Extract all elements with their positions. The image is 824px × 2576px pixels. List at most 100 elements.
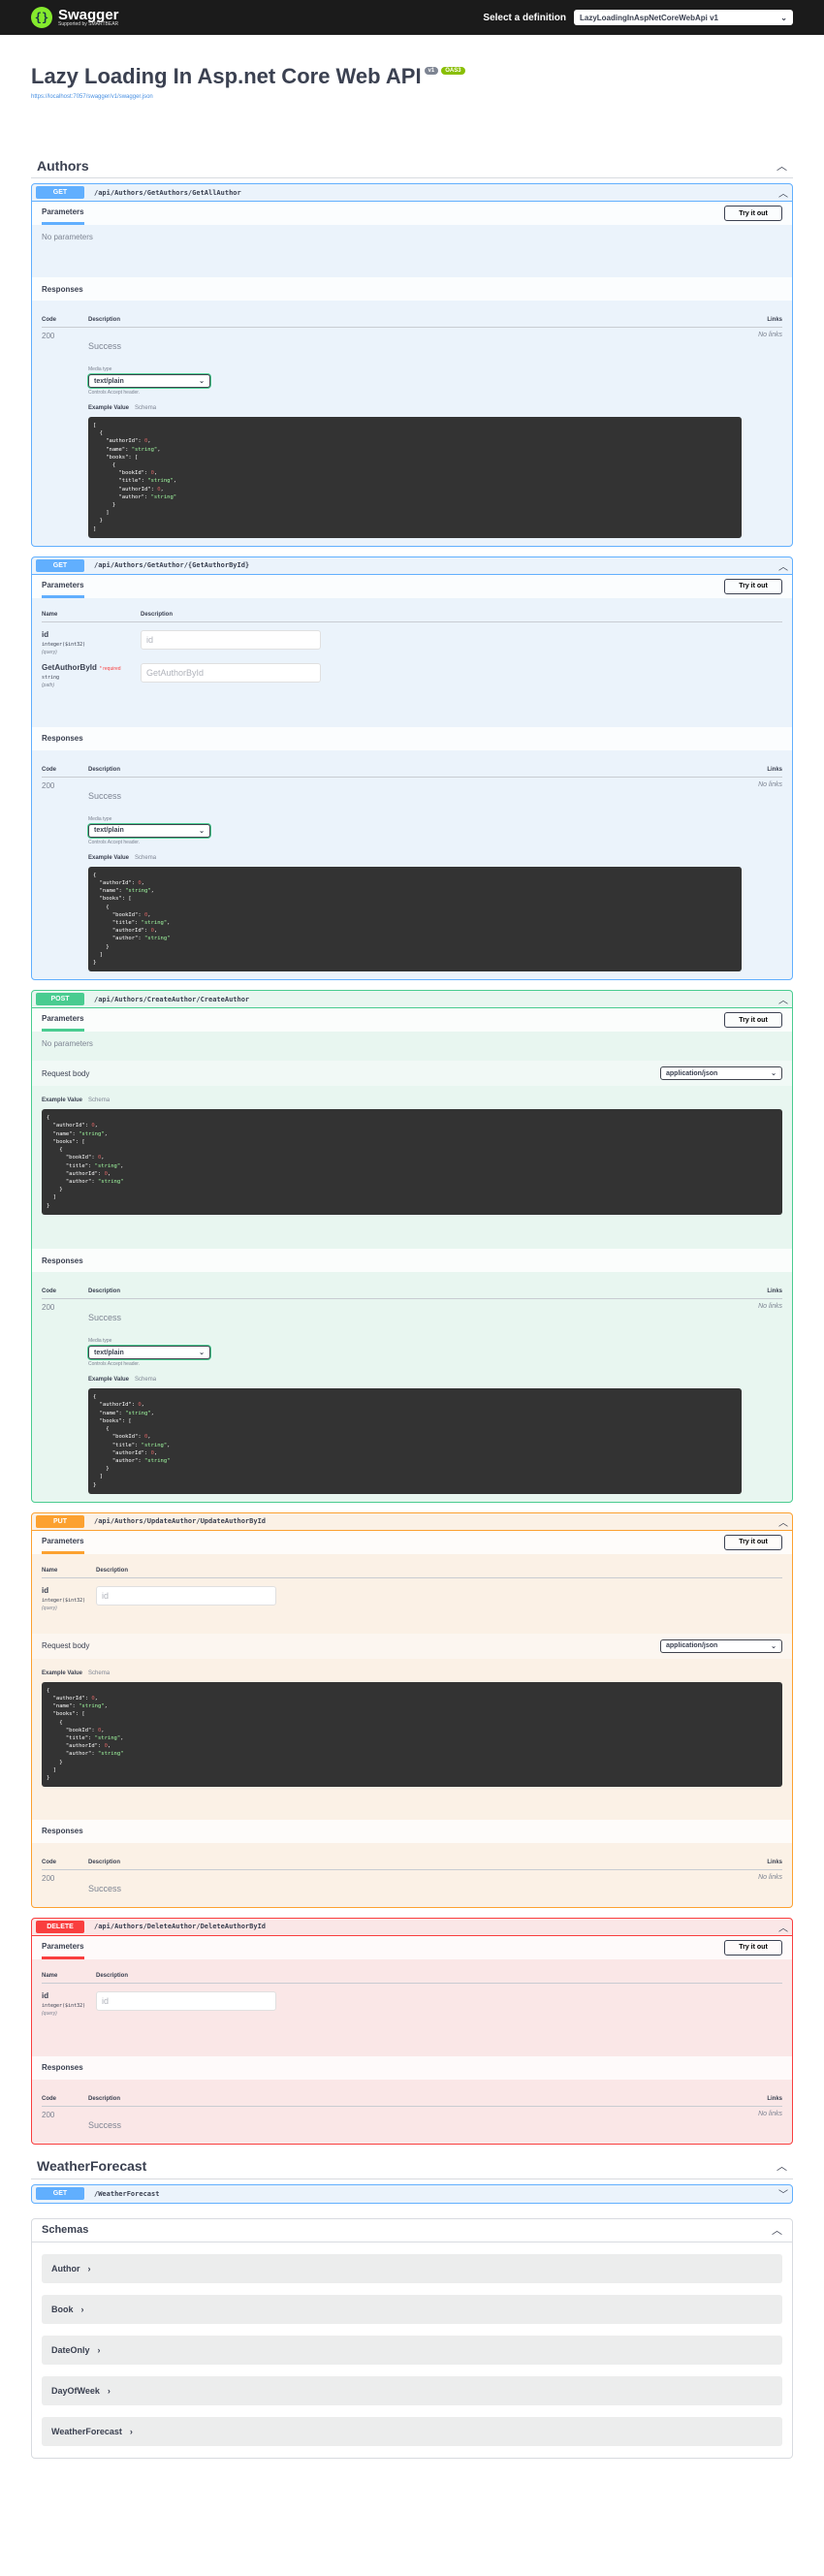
content-type-select[interactable]: application/json ⌄ — [660, 1638, 782, 1653]
tab-parameters[interactable]: Parameters — [42, 1531, 84, 1554]
model-weatherforecast[interactable]: WeatherForecast › — [42, 2416, 782, 2446]
chevron-down-icon: ⌄ — [771, 1070, 776, 1078]
col-links: Links — [767, 2095, 782, 2102]
tag-authors-title: Authors — [37, 157, 89, 174]
col-description: Description — [96, 1567, 129, 1574]
operation-get-all-authors: GET /api/Authors/GetAuthors/GetAllAuthor… — [31, 183, 793, 547]
tag-weatherforecast[interactable]: WeatherForecast ︿ — [31, 2154, 793, 2179]
responses-header: Responses — [32, 1819, 792, 1843]
try-it-out-button[interactable]: Try it out — [724, 578, 782, 594]
model-book[interactable]: Book › — [42, 2294, 782, 2324]
model-dayofweek[interactable]: DayOfWeek › — [42, 2375, 782, 2405]
media-type-note: Controls Accept header. — [88, 390, 141, 396]
id-input[interactable]: id — [96, 1990, 276, 2011]
param-name: id — [42, 629, 49, 639]
chevron-down-icon[interactable]: ﹀ — [778, 2186, 788, 2201]
col-code: Code — [42, 317, 56, 323]
param-type: integer($int32) — [42, 641, 86, 648]
swagger-logo[interactable]: {} Swagger Supported by SMARTBEAR — [31, 7, 119, 28]
chevron-up-icon[interactable]: ︿ — [778, 558, 788, 573]
id-input[interactable]: id — [96, 1585, 276, 1606]
col-description: Description — [88, 1288, 121, 1295]
operation-header[interactable]: GET /api/Authors/GetAuthor/{GetAuthorByI… — [32, 557, 792, 575]
chevron-up-icon[interactable]: ︿ — [778, 1514, 788, 1529]
model-dateonly[interactable]: DateOnly › — [42, 2335, 782, 2365]
id-input[interactable]: id — [141, 629, 321, 650]
request-body-code-block[interactable]: { "authorId": 0, "name": "string", "book… — [42, 1681, 782, 1788]
get-author-by-id-input[interactable]: GetAuthorById — [141, 662, 321, 683]
col-name: Name — [42, 1972, 58, 1979]
response-code: 200 — [42, 2110, 55, 2119]
media-type-select[interactable]: text/plain ⌄ — [88, 374, 210, 388]
try-it-out-button[interactable]: Try it out — [724, 1534, 782, 1550]
chevron-up-icon[interactable]: ︿ — [772, 2222, 782, 2238]
responses-title: Responses — [42, 2063, 83, 2073]
request-body-code-block[interactable]: { "authorId": 0, "name": "string", "book… — [42, 1109, 782, 1215]
tab-schema[interactable]: Schema — [135, 405, 156, 411]
content-type-select[interactable]: application/json ⌄ — [660, 1066, 782, 1081]
response-description: Success — [88, 1883, 122, 1893]
chevron-right-icon: › — [97, 2344, 101, 2355]
page-title: Lazy Loading In Asp.net Core Web API — [31, 64, 422, 88]
tab-example-value[interactable]: Example Value — [88, 405, 129, 411]
operation-header[interactable]: DELETE /api/Authors/DeleteAuthor/DeleteA… — [32, 1919, 792, 1936]
media-type-select[interactable]: text/plain ⌄ — [88, 1346, 210, 1360]
tab-parameters[interactable]: Parameters — [42, 1936, 84, 1959]
content-type-value: application/json — [666, 1642, 718, 1650]
tab-parameters[interactable]: Parameters — [42, 202, 84, 225]
media-type-select[interactable]: text/plain ⌄ — [88, 823, 210, 838]
col-code: Code — [42, 1859, 56, 1865]
model-author[interactable]: Author › — [42, 2253, 782, 2283]
swagger-json-link[interactable]: https://localhost:7057/swagger/v1/swagge… — [31, 94, 793, 100]
response-row: 200 Success Media type text/plain ⌄ Contr… — [42, 1299, 782, 1494]
chevron-up-icon[interactable]: ︿ — [776, 158, 787, 174]
operation-path: /api/Authors/GetAuthors/GetAllAuthor — [94, 188, 241, 197]
chevron-up-icon[interactable]: ︿ — [778, 992, 788, 1006]
definition-select[interactable]: LazyLoadingInAspNetCoreWebApi v1 ⌄ — [574, 10, 793, 25]
tab-example-value[interactable]: Example Value — [88, 855, 129, 861]
chevron-up-icon[interactable]: ︿ — [778, 1920, 788, 1934]
parameter-row: id integer($int32) (query) id — [42, 1984, 782, 2017]
tag-authors[interactable]: Authors ︿ — [31, 153, 793, 178]
chevron-up-icon[interactable]: ︿ — [778, 185, 788, 200]
try-it-out-button[interactable]: Try it out — [724, 1939, 782, 1956]
parameters-header: Parameters Try it out — [32, 1935, 792, 1959]
method-badge: POST — [36, 993, 84, 1006]
tab-schema[interactable]: Schema — [88, 1097, 110, 1103]
parameters-table-header: Name Description — [42, 1967, 782, 1984]
operation-path: /api/Authors/UpdateAuthor/UpdateAuthorBy… — [94, 1517, 267, 1526]
try-it-out-button[interactable]: Try it out — [724, 1012, 782, 1029]
try-it-out-button[interactable]: Try it out — [724, 206, 782, 221]
operation-header[interactable]: POST /api/Authors/CreateAuthor/CreateAut… — [32, 991, 792, 1009]
chevron-down-icon: ⌄ — [199, 827, 205, 835]
response-description: Success — [88, 790, 122, 801]
tab-parameters[interactable]: Parameters — [42, 575, 84, 598]
schemas-header[interactable]: Schemas ︿ — [32, 2219, 792, 2242]
col-code: Code — [42, 766, 56, 773]
tab-example-value[interactable]: Example Value — [88, 1377, 129, 1383]
col-description: Description — [88, 1859, 121, 1865]
tab-parameters[interactable]: Parameters — [42, 1008, 84, 1033]
chevron-up-icon[interactable]: ︿ — [776, 2158, 787, 2174]
request-body-label: Request body — [42, 1641, 90, 1651]
col-code: Code — [42, 1288, 56, 1295]
responses-title: Responses — [42, 1256, 83, 1265]
responses-header: Responses — [32, 2055, 792, 2080]
parameter-row: id integer($int32) (query) id — [42, 622, 782, 655]
media-type-label: Media type — [88, 1338, 112, 1345]
media-type-note: Controls Accept header. — [88, 1361, 141, 1368]
col-description: Description — [88, 766, 121, 773]
col-description: Description — [88, 2095, 121, 2102]
operation-header[interactable]: GET /api/Authors/GetAuthors/GetAllAuthor… — [32, 184, 792, 202]
tab-schema[interactable]: Schema — [135, 855, 156, 861]
operation-header[interactable]: GET /WeatherForecast ﹀ — [32, 2185, 792, 2203]
definition-label: Select a definition — [483, 12, 566, 23]
tab-schema[interactable]: Schema — [88, 1670, 110, 1676]
response-code: 200 — [42, 1303, 55, 1313]
tab-example-value[interactable]: Example Value — [42, 1097, 82, 1103]
method-badge: GET — [36, 2187, 84, 2201]
col-description: Description — [141, 611, 174, 618]
tab-example-value[interactable]: Example Value — [42, 1670, 82, 1676]
operation-header[interactable]: PUT /api/Authors/UpdateAuthor/UpdateAuth… — [32, 1513, 792, 1531]
tab-schema[interactable]: Schema — [135, 1377, 156, 1383]
